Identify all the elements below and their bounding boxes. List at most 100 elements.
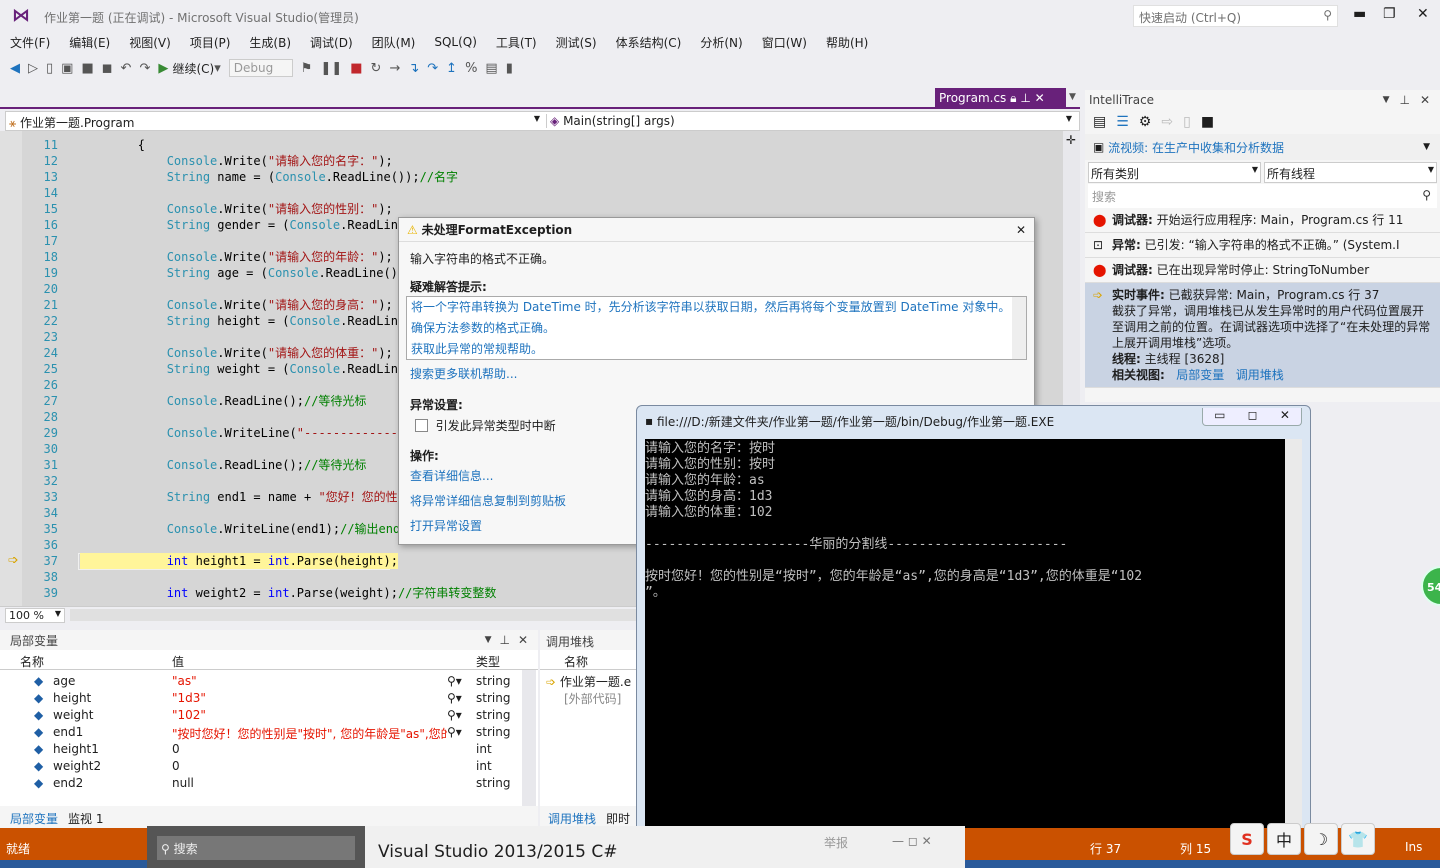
call-stack-row[interactable]: ➩ 作业第一题.e: [546, 673, 634, 690]
console-scrollbar[interactable]: [1285, 439, 1302, 831]
close-button[interactable]: ✕: [1280, 408, 1290, 425]
locals-row[interactable]: ◆ weight2 0 int: [0, 758, 538, 775]
minimize-button[interactable]: ▬: [1353, 6, 1366, 22]
menu-item[interactable]: 工具(T): [496, 34, 537, 51]
restore-button[interactable]: ❐: [1383, 6, 1396, 22]
checkbox-box[interactable]: [415, 419, 428, 432]
ime-language-button[interactable]: 中: [1267, 823, 1301, 855]
skin-shirt-icon[interactable]: 👕: [1341, 823, 1375, 855]
moon-icon[interactable]: ☽: [1304, 823, 1338, 855]
menu-item[interactable]: 调试(D): [310, 34, 353, 51]
tree-view-icon[interactable]: ☰: [1116, 114, 1129, 130]
intellitrace-event[interactable]: ⊡ 异常: 已引发: “输入字符串的格式不正确。” (System.I: [1085, 233, 1440, 258]
pause-icon[interactable]: ❚❚: [320, 61, 342, 76]
column-type[interactable]: 类型: [476, 653, 500, 670]
step-over-icon[interactable]: ↷: [427, 61, 438, 76]
step-into-icon[interactable]: ↴: [408, 61, 419, 76]
menu-item[interactable]: 编辑(E): [69, 34, 110, 51]
tip-link[interactable]: 获取此异常的常规帮助。: [407, 339, 1026, 360]
category-filter[interactable]: 所有类别 ▼: [1088, 161, 1261, 183]
menu-item[interactable]: 生成(B): [249, 34, 291, 51]
forward-icon[interactable]: ▷: [28, 61, 38, 76]
report-link[interactable]: 举报: [824, 834, 848, 851]
zoom-select[interactable]: 100 % ▼: [5, 608, 65, 623]
sogou-logo-icon[interactable]: S: [1230, 823, 1264, 855]
menu-item[interactable]: 视图(V): [129, 34, 171, 51]
forward-icon[interactable]: ⇨: [1161, 114, 1173, 130]
pin-icon[interactable]: ⊥: [1399, 93, 1409, 107]
related-locals-link[interactable]: 局部变量: [1176, 368, 1224, 382]
code-line[interactable]: 12 Console.Write("请输入您的名字：");: [0, 153, 1062, 169]
redo-icon[interactable]: ↷: [139, 61, 150, 76]
open-exception-settings-link[interactable]: 打开异常设置: [410, 517, 482, 534]
floating-badge[interactable]: 54: [1421, 566, 1440, 606]
restart-icon[interactable]: ↻: [371, 61, 382, 76]
code-line[interactable]: 11 {: [0, 137, 1062, 153]
save-icon[interactable]: ■: [81, 61, 93, 76]
hex-display-icon[interactable]: %: [465, 61, 477, 76]
locals-row[interactable]: ◆ age "as" ⚲▾ string: [0, 673, 538, 690]
close-tab-icon[interactable]: ✕: [1035, 91, 1045, 105]
locals-row[interactable]: ◆ height1 0 int: [0, 741, 538, 758]
member-dropdown[interactable]: ◈ Main(string[] args) ▼: [546, 114, 1076, 128]
locals-row[interactable]: ◆ end2 null string: [0, 775, 538, 792]
pin-icon[interactable]: ⊥: [499, 633, 509, 647]
break-on-exception-checkbox[interactable]: 引发此异常类型时中断: [415, 417, 556, 434]
settings-gear-icon[interactable]: ⚙: [1139, 114, 1152, 130]
pin-icon[interactable]: ⊥: [1020, 91, 1030, 105]
tab-watch-1[interactable]: 监视 1: [68, 810, 103, 827]
code-line[interactable]: 13 String name = (Console.ReadLine());//…: [0, 169, 1062, 185]
locals-row[interactable]: ◆ weight "102" ⚲▾ string: [0, 707, 538, 724]
dropdown-icon[interactable]: ▼: [485, 635, 492, 645]
list-view-icon[interactable]: ▤: [1093, 114, 1106, 130]
menu-item[interactable]: 分析(N): [700, 34, 742, 51]
split-icon[interactable]: ✛: [1066, 133, 1076, 147]
tab-immediate[interactable]: 即时: [606, 810, 630, 827]
config-select[interactable]: Debug: [228, 59, 293, 77]
menu-item[interactable]: 团队(M): [372, 34, 416, 51]
save-all-icon[interactable]: ◼: [102, 61, 113, 76]
continue-button[interactable]: ▶ 继续(C) ▾: [158, 60, 220, 77]
tab-locals[interactable]: 局部变量: [10, 810, 58, 827]
popup-window-controls[interactable]: — ◻ ✕: [892, 834, 932, 848]
copy-details-link[interactable]: 将异常详细信息复制到剪贴板: [410, 492, 566, 509]
intellitrace-event[interactable]: ⬤ 调试器: 已在出现异常时停止: StringToNumber: [1085, 258, 1440, 283]
tip-link[interactable]: 将一个字符串转换为 DateTime 时，先分析该字符串以获取日期，然后再将每个…: [407, 297, 1026, 318]
search-more-link[interactable]: 搜索更多联机帮助...: [410, 365, 517, 382]
menu-item[interactable]: 体系结构(C): [616, 34, 682, 51]
thread-filter[interactable]: 所有线程 ▼: [1264, 161, 1437, 183]
locals-row[interactable]: ◆ end1 "按时您好！您的性别是"按时", 您的年龄是"as",您的 ⚲▾ stri…: [0, 724, 538, 741]
close-icon[interactable]: ✕: [518, 633, 528, 647]
locals-scrollbar[interactable]: [522, 670, 536, 806]
class-dropdown[interactable]: ⚹ 作业第一题.Program ▼: [9, 114, 544, 131]
process-icon[interactable]: ⚑: [301, 61, 313, 76]
column-name[interactable]: 名称: [20, 653, 44, 670]
stream-video-link[interactable]: ▣ 流视频: 在生产中收集和分析数据 ▼: [1085, 134, 1440, 160]
open-file-icon[interactable]: ▣: [61, 61, 73, 76]
menu-item[interactable]: SQL(Q): [434, 35, 477, 49]
close-button[interactable]: ✕: [1417, 6, 1429, 22]
tab-overflow-icon[interactable]: ▼: [1069, 92, 1076, 102]
tip-link[interactable]: 确保方法参数的格式正确。: [407, 318, 1026, 339]
comment-icon[interactable]: ▤: [485, 61, 497, 76]
view-details-link[interactable]: 查看详细信息...: [410, 467, 493, 484]
tips-scrollbar[interactable]: [1012, 297, 1026, 359]
step-out-icon[interactable]: ↥: [446, 61, 457, 76]
visualizer-icon[interactable]: ⚲▾: [447, 708, 462, 722]
intellitrace-search[interactable]: 搜索 ⚲: [1088, 184, 1437, 208]
menu-item[interactable]: 测试(S): [556, 34, 597, 51]
maximize-button[interactable]: ◻: [1248, 408, 1258, 425]
quick-launch-input[interactable]: 快速启动 (Ctrl+Q) ⚲: [1133, 5, 1338, 27]
menu-item[interactable]: 项目(P): [190, 34, 231, 51]
menu-item[interactable]: 窗口(W): [762, 34, 807, 51]
column-value[interactable]: 值: [172, 653, 184, 670]
tab-program-cs[interactable]: Program.cs 🔒︎ ⊥ ✕: [935, 88, 1066, 109]
visualizer-icon[interactable]: ⚲▾: [447, 674, 462, 688]
visualizer-icon[interactable]: ⚲▾: [447, 725, 462, 739]
open-icon[interactable]: ▯: [1183, 114, 1191, 130]
stop-icon[interactable]: ■: [350, 61, 362, 76]
undo-icon[interactable]: ↶: [121, 61, 132, 76]
save-icon[interactable]: ■: [1201, 114, 1214, 130]
bookmark-icon[interactable]: ▮: [506, 61, 513, 76]
dropdown-icon[interactable]: ▼: [1383, 95, 1390, 105]
